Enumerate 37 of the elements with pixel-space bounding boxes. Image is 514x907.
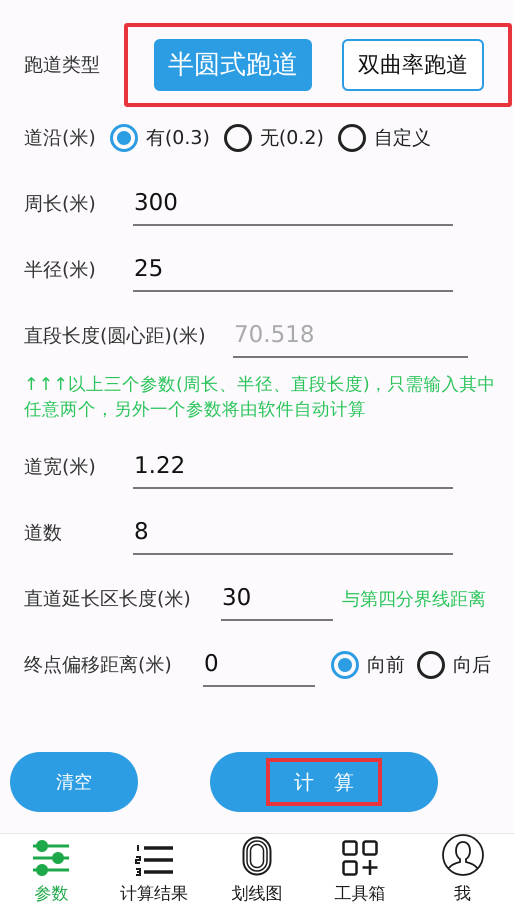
radio-option[interactable]: 有(0.3) bbox=[110, 124, 210, 152]
radio-option[interactable]: 无(0.2) bbox=[224, 124, 324, 152]
radio-label: 有(0.3) bbox=[146, 126, 210, 151]
radio-label: 无(0.2) bbox=[260, 126, 324, 151]
input-field[interactable]: 0 bbox=[203, 643, 315, 687]
hint-text: ↑↑↑以上三个参数(周长、半径、直段长度)，只需输入其中任意两个，另外一个参数将由软件自动计算 bbox=[24, 374, 497, 422]
field-label: 周长(米) bbox=[24, 192, 97, 217]
input-field[interactable]: 30 bbox=[221, 577, 333, 621]
nav-tab[interactable]: 划线图 bbox=[206, 834, 308, 907]
nav-tab[interactable]: 我 bbox=[411, 834, 514, 907]
nav-tab[interactable]: 计算结果 bbox=[102, 834, 206, 907]
field-label: 道沿(米) bbox=[24, 126, 96, 151]
radio-label: 自定义 bbox=[374, 126, 431, 151]
field-label: 道数 bbox=[24, 520, 63, 546]
nav-tab[interactable]: 工具箱 bbox=[308, 834, 412, 907]
numbered-list-icon bbox=[135, 844, 174, 876]
input-field[interactable]: 25 bbox=[133, 248, 453, 292]
radio-option[interactable]: 向后 bbox=[417, 650, 491, 680]
field-label: 直段长度(圆心距)(米) bbox=[24, 324, 207, 349]
grid-plus-icon bbox=[342, 840, 378, 876]
field-label: 道宽(米) bbox=[24, 454, 97, 480]
input-field[interactable]: 1.22 bbox=[133, 445, 453, 489]
segment-tab[interactable]: 双曲率跑道 bbox=[342, 39, 484, 91]
sliders-icon bbox=[32, 840, 70, 876]
running-track-icon bbox=[242, 836, 272, 876]
field-label: 跑道类型 bbox=[24, 52, 101, 78]
field-label: 直道延长区长度(米) bbox=[24, 586, 192, 612]
hint-text: 与第四分界线距离 bbox=[342, 588, 486, 612]
input-field[interactable]: 300 bbox=[133, 182, 453, 226]
radio-option[interactable]: 向前 bbox=[331, 650, 405, 680]
input-field[interactable]: 8 bbox=[133, 511, 453, 555]
user-avatar-icon bbox=[442, 834, 484, 876]
radio-label: 向前 bbox=[367, 652, 405, 678]
field-label: 半径(米) bbox=[24, 258, 97, 283]
radio-option[interactable]: 自定义 bbox=[338, 124, 431, 152]
radio-label: 向后 bbox=[453, 652, 491, 678]
field-label: 终点偏移距离(米) bbox=[24, 652, 173, 678]
